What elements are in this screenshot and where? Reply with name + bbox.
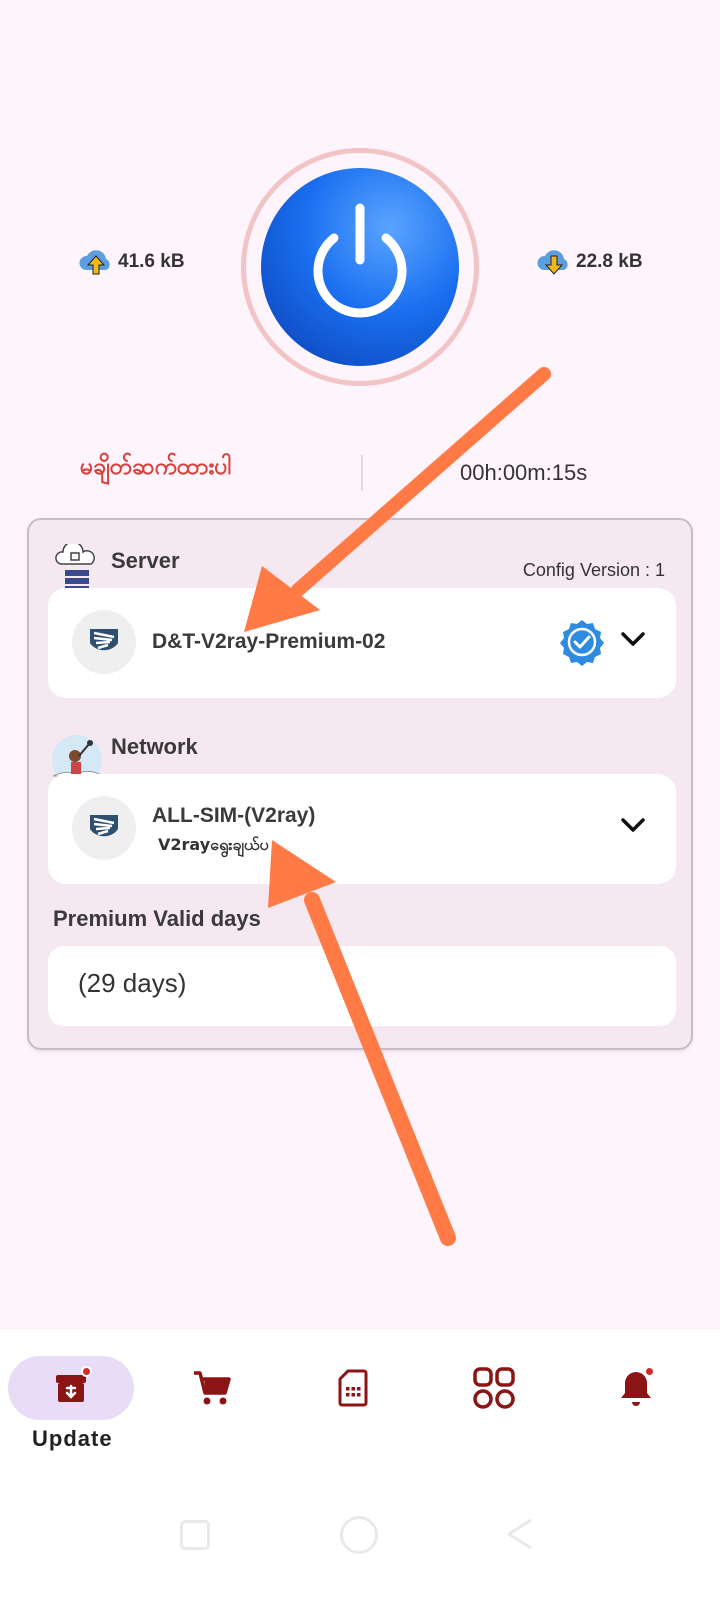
network-flag-icon [72,796,136,860]
config-version: Config Version : 1 [522,560,665,580]
recents-button[interactable] [180,1520,210,1550]
system-nav-bar [0,1490,720,1600]
connection-status: မချိတ်ဆက်ထားပါ [80,454,232,480]
chevron-down-icon [621,818,645,832]
network-name: ALL-SIM-(V2ray) [152,804,316,827]
bottom-nav: Update [0,1330,720,1490]
verified-badge-icon [560,620,604,666]
server-select[interactable]: D&T-V2ray-Premium-02 [48,588,676,698]
server-label: Server [111,548,180,573]
nav-shop-button[interactable] [172,1358,252,1418]
nav-sim-button[interactable] [313,1358,393,1418]
update-notification-dot [81,1366,92,1377]
sim-card-icon [338,1369,368,1407]
cart-icon [194,1371,231,1405]
notification-dot [644,1366,655,1377]
nav-notifications-button[interactable] [596,1358,676,1418]
network-select[interactable]: ALL-SIM-(V2ray) V2rayရွေးချယ်ပ [48,774,676,884]
premium-label: Premium Valid days [53,906,261,931]
connect-power-button[interactable] [261,168,459,366]
status-divider [361,455,363,491]
home-button[interactable] [340,1516,378,1554]
nav-update-button[interactable] [31,1358,111,1418]
upload-stat: 41.6 kB [78,244,185,280]
nav-apps-button[interactable] [454,1358,534,1418]
cloud-upload-icon [79,250,110,275]
nav-update-label: Update [32,1426,113,1451]
premium-days-value: (29 days) [78,968,187,998]
premium-days-box: (29 days) [48,946,676,1026]
network-subtitle: V2rayရွေးချယ်ပ [158,835,269,854]
download-stat: 22.8 kB [536,244,643,280]
server-flag-icon [72,610,136,674]
connection-timer: 00h:00m:15s [460,460,588,485]
grid-icon [473,1367,515,1409]
upload-value: 41.6 kB [118,251,185,272]
config-card: Server Config Version : 1 D&T-V2ray-Prem… [27,518,693,1050]
back-button[interactable] [505,1516,535,1552]
cloud-download-icon [537,250,568,275]
server-name: D&T-V2ray-Premium-02 [152,630,386,653]
power-icon [313,203,407,318]
download-value: 22.8 kB [576,251,643,272]
network-label: Network [111,734,198,759]
chevron-down-icon [621,632,645,646]
